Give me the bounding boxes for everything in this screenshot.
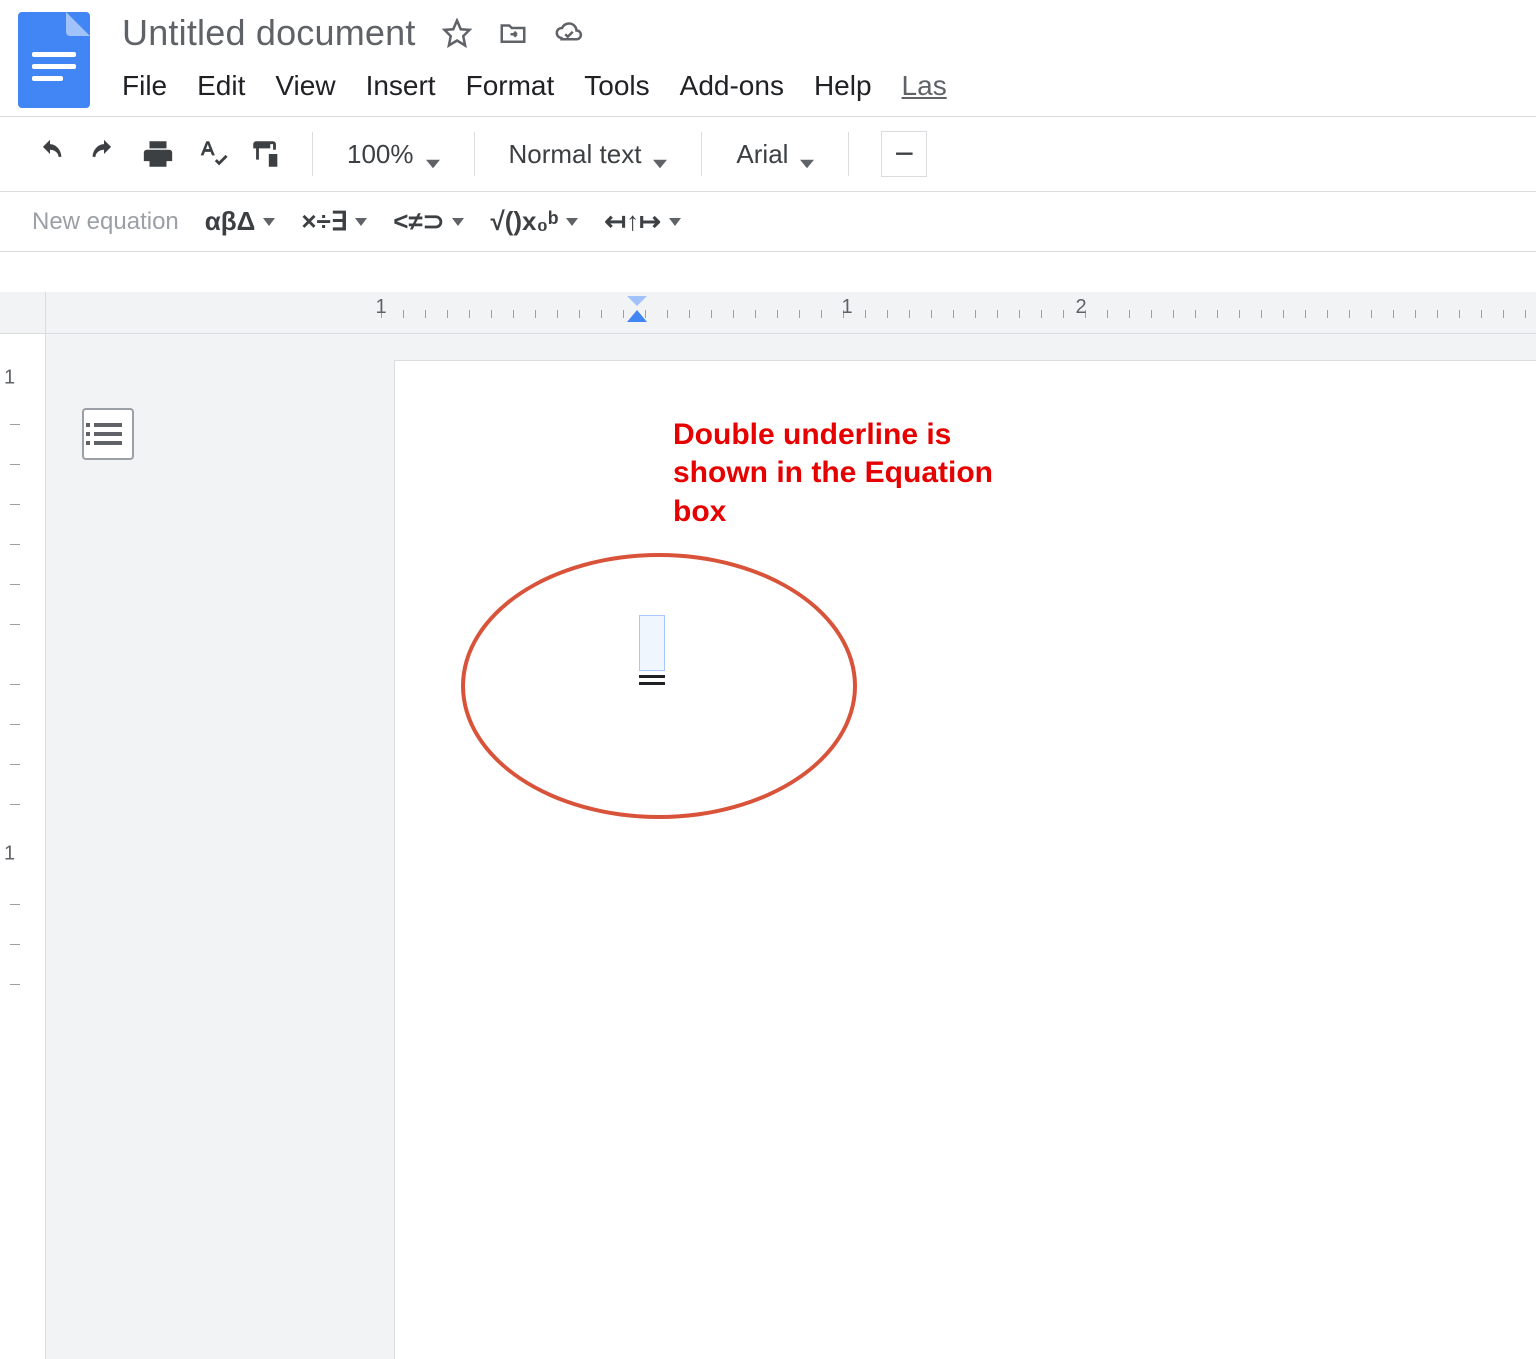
font-size-decrease[interactable]: − (881, 131, 927, 177)
ruler-tick-label: 1 (375, 296, 386, 319)
paragraph-style-dropdown[interactable]: Normal text (503, 139, 674, 170)
zoom-value: 100% (347, 139, 414, 170)
toolbar-separator (312, 132, 313, 176)
docs-app-icon[interactable] (18, 12, 90, 108)
menu-insert[interactable]: Insert (366, 70, 436, 102)
zoom-dropdown[interactable]: 100% (341, 139, 446, 170)
ruler-gutter (0, 292, 46, 333)
ruler-scale[interactable]: 1 1 2 (381, 292, 1536, 333)
docs-app-icon-lines (32, 52, 76, 88)
eq-arrows-dropdown[interactable]: ↤↑↦ (604, 206, 681, 237)
toolbar: 100% Normal text Arial − (0, 116, 1536, 192)
vruler-tick-label: 1 (4, 843, 15, 866)
vruler-tick-label: 1 (4, 367, 15, 390)
undo-button[interactable] (32, 136, 68, 172)
paint-format-button[interactable] (248, 136, 284, 172)
equation-toolbar: New equation αβΔ ×÷∃ <≠⊃ √()x₀ᵇ ↤↑↦ (0, 192, 1536, 252)
caret-down-icon (653, 147, 667, 161)
caret-down-icon (566, 218, 578, 226)
ruler-gutter (46, 292, 381, 333)
eq-math-dropdown[interactable]: √()x₀ᵇ (490, 206, 578, 237)
equation-box[interactable] (639, 615, 665, 671)
eq-relations-label: <≠⊃ (393, 206, 444, 237)
menu-view[interactable]: View (275, 70, 335, 102)
document-page[interactable]: Double underline is shown in the Equatio… (394, 360, 1536, 1359)
redo-button[interactable] (86, 136, 122, 172)
font-dropdown[interactable]: Arial (730, 139, 820, 170)
caret-down-icon (263, 218, 275, 226)
menu-help[interactable]: Help (814, 70, 872, 102)
toolbar-separator (701, 132, 702, 176)
star-icon[interactable] (442, 18, 472, 48)
eq-operators-label: ×÷∃ (301, 206, 347, 237)
new-equation-button[interactable]: New equation (32, 208, 179, 236)
menu-tools[interactable]: Tools (584, 70, 649, 102)
document-title[interactable]: Untitled document (122, 12, 416, 54)
paragraph-style-value: Normal text (509, 139, 642, 170)
vertical-ruler[interactable]: 1 1 (0, 334, 46, 1359)
cloud-saved-icon[interactable] (554, 18, 584, 48)
toolbar-separator (848, 132, 849, 176)
annotation-ellipse (461, 553, 857, 819)
eq-greek-dropdown[interactable]: αβΔ (205, 206, 276, 237)
print-button[interactable] (140, 136, 176, 172)
eq-math-label: √()x₀ᵇ (490, 206, 558, 237)
ruler-tick-label: 1 (841, 296, 852, 319)
first-line-indent-icon (627, 296, 647, 306)
eq-greek-label: αβΔ (205, 206, 256, 237)
double-underline (639, 675, 665, 678)
horizontal-ruler[interactable]: 1 1 2 (0, 292, 1536, 334)
menu-addons[interactable]: Add-ons (680, 70, 784, 102)
indent-marker[interactable] (627, 296, 647, 322)
spellcheck-button[interactable] (194, 136, 230, 172)
ruler-tick-label: 2 (1075, 296, 1086, 319)
folder-move-icon[interactable] (498, 18, 528, 48)
caret-down-icon (800, 147, 814, 161)
annotation-text: Double underline is shown in the Equatio… (673, 416, 1053, 531)
menu-edit[interactable]: Edit (197, 70, 245, 102)
outline-icon (94, 418, 122, 450)
eq-relations-dropdown[interactable]: <≠⊃ (393, 206, 464, 237)
canvas-area: Double underline is shown in the Equatio… (46, 334, 1536, 1359)
left-indent-icon (627, 310, 647, 322)
font-value: Arial (736, 139, 788, 170)
caret-down-icon (426, 147, 440, 161)
last-edit-link[interactable]: Las (902, 70, 947, 102)
eq-operators-dropdown[interactable]: ×÷∃ (301, 206, 367, 237)
toolbar-separator (474, 132, 475, 176)
menu-format[interactable]: Format (466, 70, 555, 102)
caret-down-icon (452, 218, 464, 226)
menu-file[interactable]: File (122, 70, 167, 102)
caret-down-icon (669, 218, 681, 226)
caret-down-icon (355, 218, 367, 226)
outline-toggle-button[interactable] (82, 408, 134, 460)
eq-arrows-label: ↤↑↦ (604, 206, 661, 237)
